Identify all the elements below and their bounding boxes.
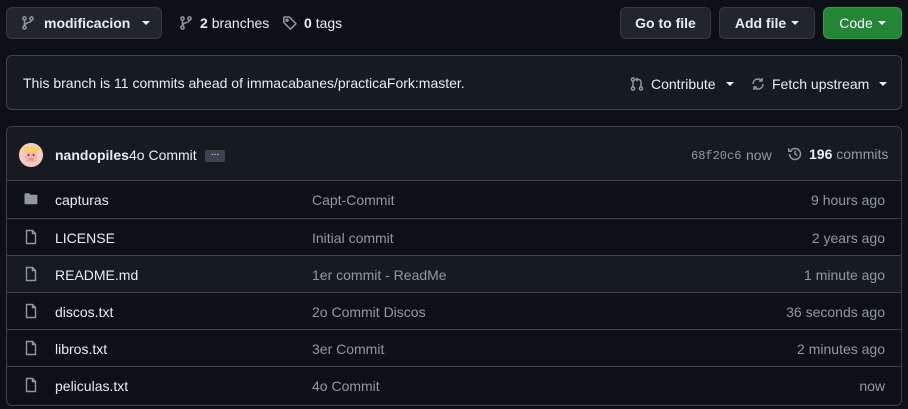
commit-time: now <box>746 147 772 163</box>
fork-status-banner: This branch is 11 commits ahead of immac… <box>6 55 902 110</box>
file-commit-age: now <box>859 378 885 394</box>
git-branch-icon <box>20 15 36 31</box>
fetch-upstream-label: Fetch upstream <box>772 75 870 92</box>
commit-author[interactable]: nandopiles <box>55 147 129 163</box>
file-name-link[interactable]: README.md <box>55 267 138 283</box>
file-row[interactable]: libros.txt 3er Commit 2 minutes ago <box>7 329 901 366</box>
file-name-link[interactable]: LICENSE <box>55 230 115 246</box>
file-commit-message-link[interactable]: 3er Commit <box>312 341 384 357</box>
ahead-status-text: This branch is 11 commits ahead of immac… <box>23 75 465 91</box>
tags-count: 0 <box>304 15 312 31</box>
branches-label: branches <box>211 15 270 31</box>
chevron-down-icon <box>879 81 888 86</box>
file-name-link[interactable]: capturas <box>55 192 109 208</box>
file-row[interactable]: discos.txt 2o Commit Discos 36 seconds ago <box>7 292 901 329</box>
file-row[interactable]: capturas Capt-Commit 9 hours ago <box>7 181 901 218</box>
chevron-down-icon <box>877 21 886 25</box>
file-commit-message-link[interactable]: 1er commit - ReadMe <box>312 267 447 283</box>
commit-sha[interactable]: 68f20c6 <box>691 149 741 163</box>
file-commit-message-link[interactable]: Initial commit <box>312 230 394 246</box>
file-commit-message-link[interactable]: 2o Commit Discos <box>312 304 426 320</box>
file-commit-age: 2 minutes ago <box>797 341 885 357</box>
branch-name: modificacion <box>44 15 131 31</box>
fetch-upstream-button[interactable]: Fetch upstream <box>750 56 888 111</box>
tags-label: tags <box>315 15 343 31</box>
file-icon <box>23 303 39 319</box>
file-icon <box>23 266 39 282</box>
chevron-down-icon <box>791 21 800 25</box>
file-name-link[interactable]: peliculas.txt <box>55 378 128 394</box>
code-button[interactable]: Code <box>823 7 902 39</box>
sync-icon <box>750 76 766 92</box>
file-commit-age: 36 seconds ago <box>786 304 885 320</box>
chevron-down-icon <box>725 81 734 86</box>
contribute-label: Contribute <box>651 75 716 92</box>
go-to-file-button[interactable]: Go to file <box>620 7 711 39</box>
file-name-link[interactable]: libros.txt <box>55 341 107 357</box>
history-icon <box>787 146 803 162</box>
file-icon <box>23 229 39 245</box>
branch-select-button[interactable]: modificacion <box>6 7 162 39</box>
git-pull-request-icon <box>629 76 645 92</box>
tags-link[interactable]: 0 tags <box>282 0 342 46</box>
tag-icon <box>282 15 298 31</box>
file-commit-message-link[interactable]: Capt-Commit <box>312 192 394 208</box>
file-row[interactable]: peliculas.txt 4o Commit now <box>7 366 901 403</box>
file-row[interactable]: LICENSE Initial commit 2 years ago <box>7 218 901 255</box>
file-icon <box>23 340 39 356</box>
folder-icon <box>23 191 39 207</box>
add-file-button[interactable]: Add file <box>719 7 815 39</box>
latest-commit-bar: nandopiles 4o Commit ... 68f20c6 now 196… <box>7 127 901 181</box>
branches-link[interactable]: 2 branches <box>178 0 269 46</box>
file-commit-message-link[interactable]: 4o Commit <box>312 378 380 394</box>
code-label: Code <box>839 15 873 31</box>
add-file-label: Add file <box>734 15 787 31</box>
file-name-link[interactable]: discos.txt <box>55 304 113 320</box>
commit-message[interactable]: 4o Commit <box>129 147 197 163</box>
commit-details-toggle[interactable]: ... <box>205 148 225 162</box>
file-list: capturas Capt-Commit 9 hours ago LICENSE Ini… <box>7 181 901 405</box>
chevron-down-icon <box>142 21 151 25</box>
go-to-file-label: Go to file <box>635 15 696 31</box>
file-icon <box>23 377 39 393</box>
contribute-button[interactable]: Contribute <box>629 56 734 111</box>
file-commit-age: 9 hours ago <box>811 192 885 208</box>
commits-count: 196 <box>809 146 833 162</box>
file-browser: nandopiles 4o Commit ... 68f20c6 now 196… <box>6 126 902 406</box>
file-commit-age: 1 minute ago <box>804 267 885 283</box>
commits-label: commits <box>836 146 889 162</box>
file-row[interactable]: README.md 1er commit - ReadMe 1 minute ago <box>7 255 901 292</box>
avatar[interactable] <box>19 143 43 167</box>
file-commit-age: 2 years ago <box>811 230 885 246</box>
branches-count: 2 <box>200 15 208 31</box>
commit-history-link[interactable]: 196 commits <box>787 127 888 181</box>
git-branch-icon <box>178 15 194 31</box>
